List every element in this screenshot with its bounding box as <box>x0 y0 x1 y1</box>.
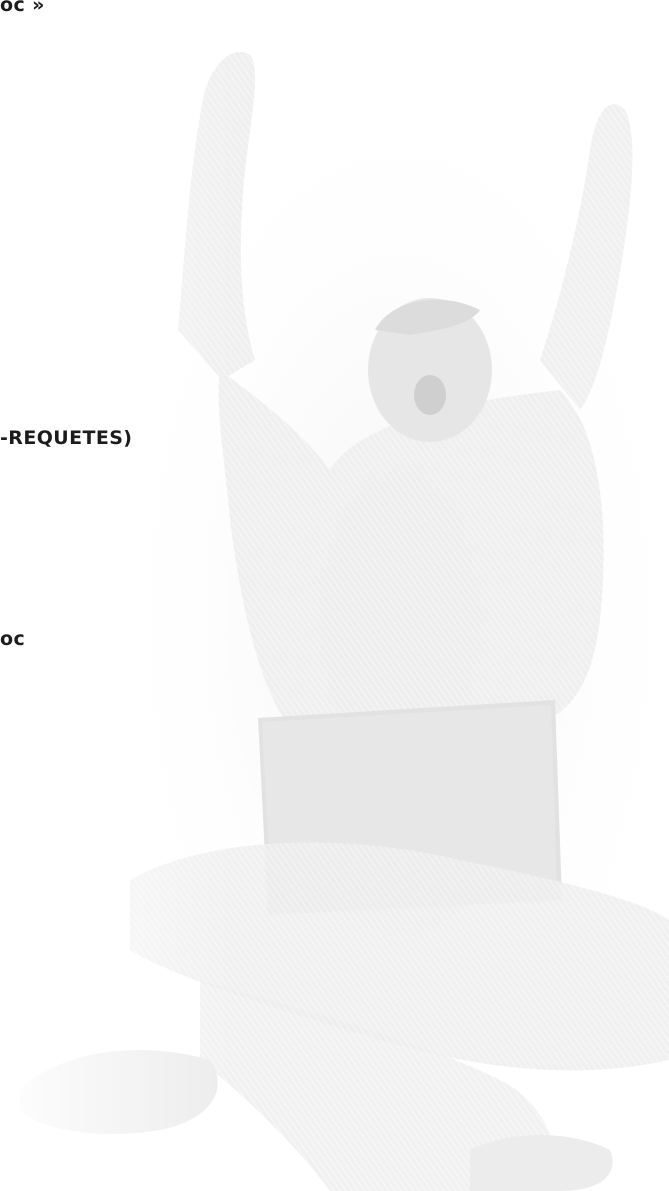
page-canvas: oc » -REQUETES) oc <box>0 0 669 1191</box>
celebrating-person-with-laptop-image <box>0 0 669 1191</box>
clipped-text-middle: -REQUETES) <box>0 427 133 449</box>
clipped-text-lower: oc <box>0 628 26 650</box>
clipped-text-top: oc » <box>0 0 45 16</box>
